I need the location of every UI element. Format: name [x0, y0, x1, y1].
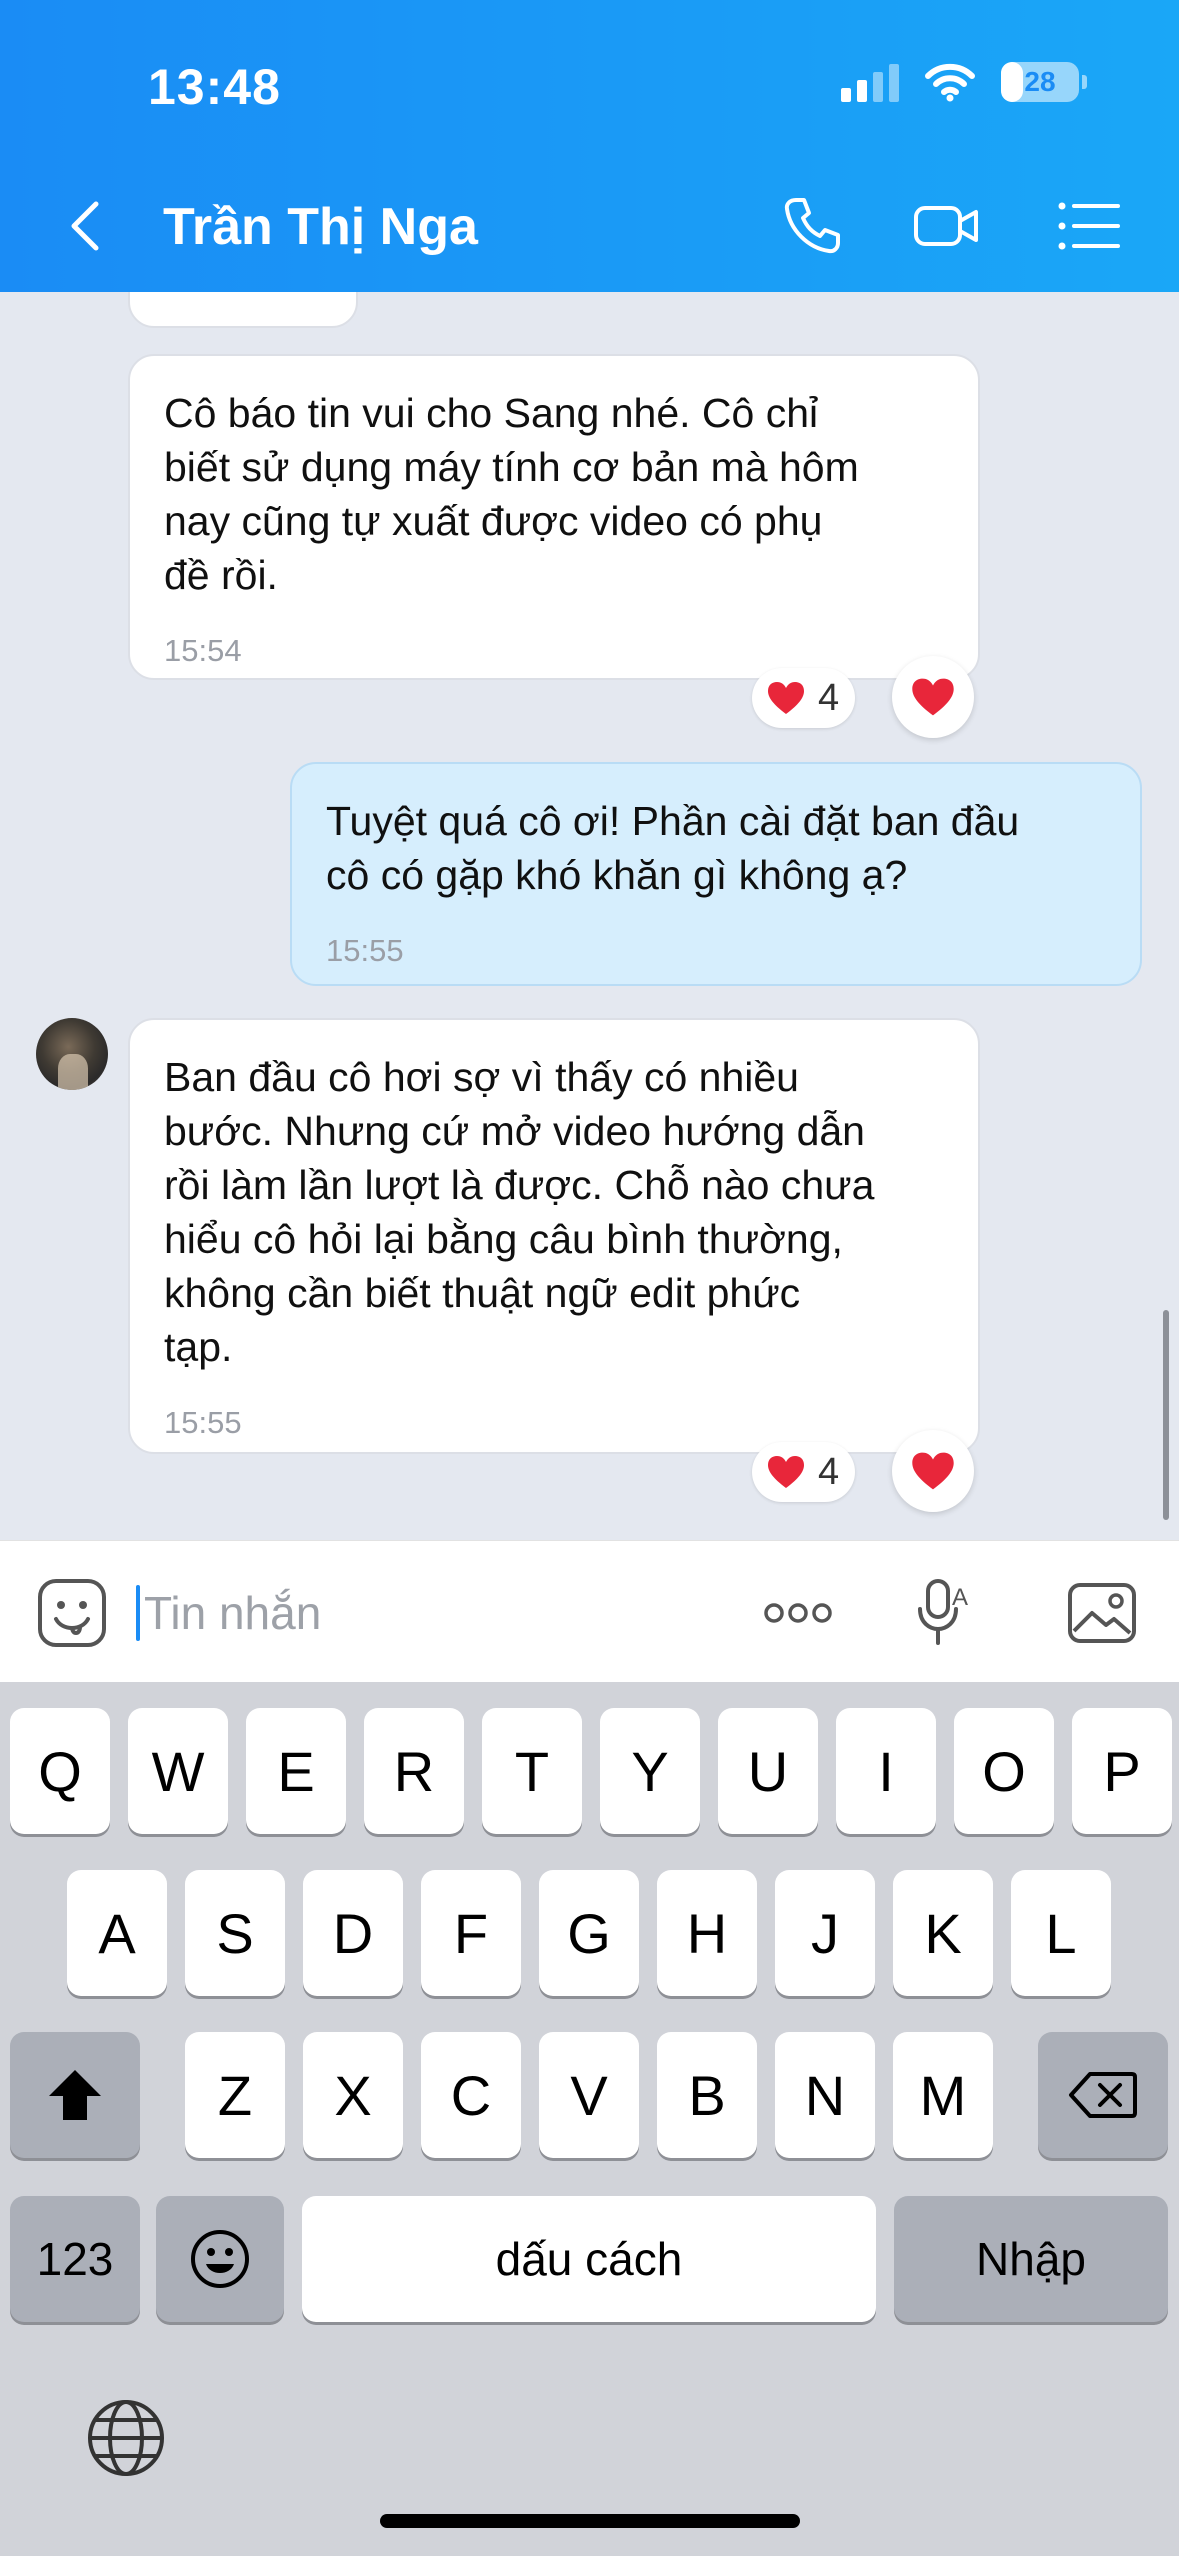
key-i[interactable]: I	[836, 1708, 936, 1834]
message-time: 15:55	[326, 933, 404, 968]
key-x[interactable]: X	[303, 2032, 403, 2158]
key-s[interactable]: S	[185, 1870, 285, 1996]
numbers-key[interactable]: 123	[10, 2196, 140, 2322]
message-bubble-outgoing[interactable]: Tuyệt quá cô ơi! Phần cài đặt ban đầu cô…	[290, 762, 1142, 986]
heart-icon	[912, 678, 954, 716]
key-p[interactable]: P	[1072, 1708, 1172, 1834]
heart-icon	[768, 1456, 804, 1488]
key-d[interactable]: D	[303, 1870, 403, 1996]
backspace-icon	[1069, 2072, 1137, 2118]
message-bubble-incoming[interactable]: Ban đầu cô hơi sợ vì thấy có nhiều bước.…	[128, 1018, 980, 1454]
space-key[interactable]: dấu cách	[302, 2196, 876, 2322]
key-y[interactable]: Y	[600, 1708, 700, 1834]
heart-icon	[768, 682, 804, 714]
contact-name[interactable]: Trần Thị Nga	[163, 197, 478, 257]
home-indicator[interactable]	[380, 2514, 800, 2528]
backspace-key[interactable]	[1038, 2032, 1168, 2158]
battery-icon: 28	[1001, 62, 1087, 102]
status-icons: 28	[841, 62, 1087, 102]
react-heart-button[interactable]	[892, 656, 974, 738]
reaction-summary[interactable]: 4	[752, 1442, 856, 1502]
reaction-summary[interactable]: 4	[752, 668, 856, 728]
key-c[interactable]: C	[421, 2032, 521, 2158]
reaction-count: 4	[818, 676, 840, 719]
cellular-signal-icon	[841, 62, 899, 102]
key-f[interactable]: F	[421, 1870, 521, 1996]
key-z[interactable]: Z	[185, 2032, 285, 2158]
key-q[interactable]: Q	[10, 1708, 110, 1834]
more-options-icon[interactable]	[760, 1575, 836, 1651]
message-input-placeholder: Tin nhắn	[144, 1587, 322, 1639]
chat-header: 13:48 28 Trần Thị Nga	[0, 0, 1179, 292]
globe-icon[interactable]	[84, 2396, 168, 2480]
key-u[interactable]: U	[718, 1708, 818, 1834]
wifi-icon	[925, 63, 975, 102]
image-gallery-icon[interactable]	[1064, 1575, 1140, 1651]
key-v[interactable]: V	[539, 2032, 639, 2158]
shift-key[interactable]	[10, 2032, 140, 2158]
key-e[interactable]: E	[246, 1708, 346, 1834]
chat-screen: 13:48 28 Trần Thị Nga Cô báo tin vui cho…	[0, 0, 1179, 2556]
key-o[interactable]: O	[954, 1708, 1054, 1834]
key-n[interactable]: N	[775, 2032, 875, 2158]
shift-arrow-icon	[49, 2070, 101, 2120]
text-caret	[136, 1585, 140, 1641]
message-text: Tuyệt quá cô ơi! Phần cài đặt ban đầu cô…	[326, 798, 1020, 898]
key-j[interactable]: J	[775, 1870, 875, 1996]
scrollbar[interactable]	[1163, 1310, 1169, 1520]
emoji-key[interactable]	[156, 2196, 284, 2322]
key-g[interactable]: G	[539, 1870, 639, 1996]
contact-avatar[interactable]	[36, 1018, 108, 1090]
phone-icon[interactable]	[776, 190, 848, 262]
message-bubble-incoming[interactable]: Cô báo tin vui cho Sang nhé. Cô chỉ biết…	[128, 354, 980, 680]
chevron-left-icon[interactable]	[58, 196, 118, 256]
react-heart-button[interactable]	[892, 1430, 974, 1512]
message-text: Ban đầu cô hơi sợ vì thấy có nhiều bước.…	[164, 1054, 875, 1370]
message-text: Cô báo tin vui cho Sang nhé. Cô chỉ biết…	[164, 390, 859, 598]
key-a[interactable]: A	[67, 1870, 167, 1996]
on-screen-keyboard: QWERTYUIOP ASDFGHJKL ZXCVBNM 123 dấu các…	[0, 1682, 1179, 2556]
voice-to-text-icon[interactable]: A	[906, 1575, 982, 1651]
key-l[interactable]: L	[1011, 1870, 1111, 1996]
emoji-icon	[191, 2230, 249, 2288]
key-t[interactable]: T	[482, 1708, 582, 1834]
key-b[interactable]: B	[657, 2032, 757, 2158]
message-input[interactable]: Tin nhắn	[136, 1581, 736, 1645]
previous-message-bubble[interactable]	[128, 292, 358, 328]
status-time: 13:48	[148, 59, 281, 115]
return-key[interactable]: Nhập	[894, 2196, 1168, 2322]
key-r[interactable]: R	[364, 1708, 464, 1834]
heart-icon	[912, 1452, 954, 1490]
reaction-count: 4	[818, 1450, 840, 1493]
message-list[interactable]: Cô báo tin vui cho Sang nhé. Cô chỉ biết…	[0, 292, 1179, 1540]
sticker-emoji-icon[interactable]	[34, 1575, 110, 1651]
list-menu-icon[interactable]	[1052, 190, 1124, 262]
key-k[interactable]: K	[893, 1870, 993, 1996]
battery-fill	[1001, 62, 1023, 102]
key-w[interactable]: W	[128, 1708, 228, 1834]
message-input-bar: Tin nhắn A	[0, 1540, 1179, 1682]
svg-text:A: A	[952, 1584, 968, 1611]
battery-level: 28	[1024, 66, 1056, 97]
key-h[interactable]: H	[657, 1870, 757, 1996]
key-m[interactable]: M	[893, 2032, 993, 2158]
video-camera-icon[interactable]	[910, 190, 982, 262]
